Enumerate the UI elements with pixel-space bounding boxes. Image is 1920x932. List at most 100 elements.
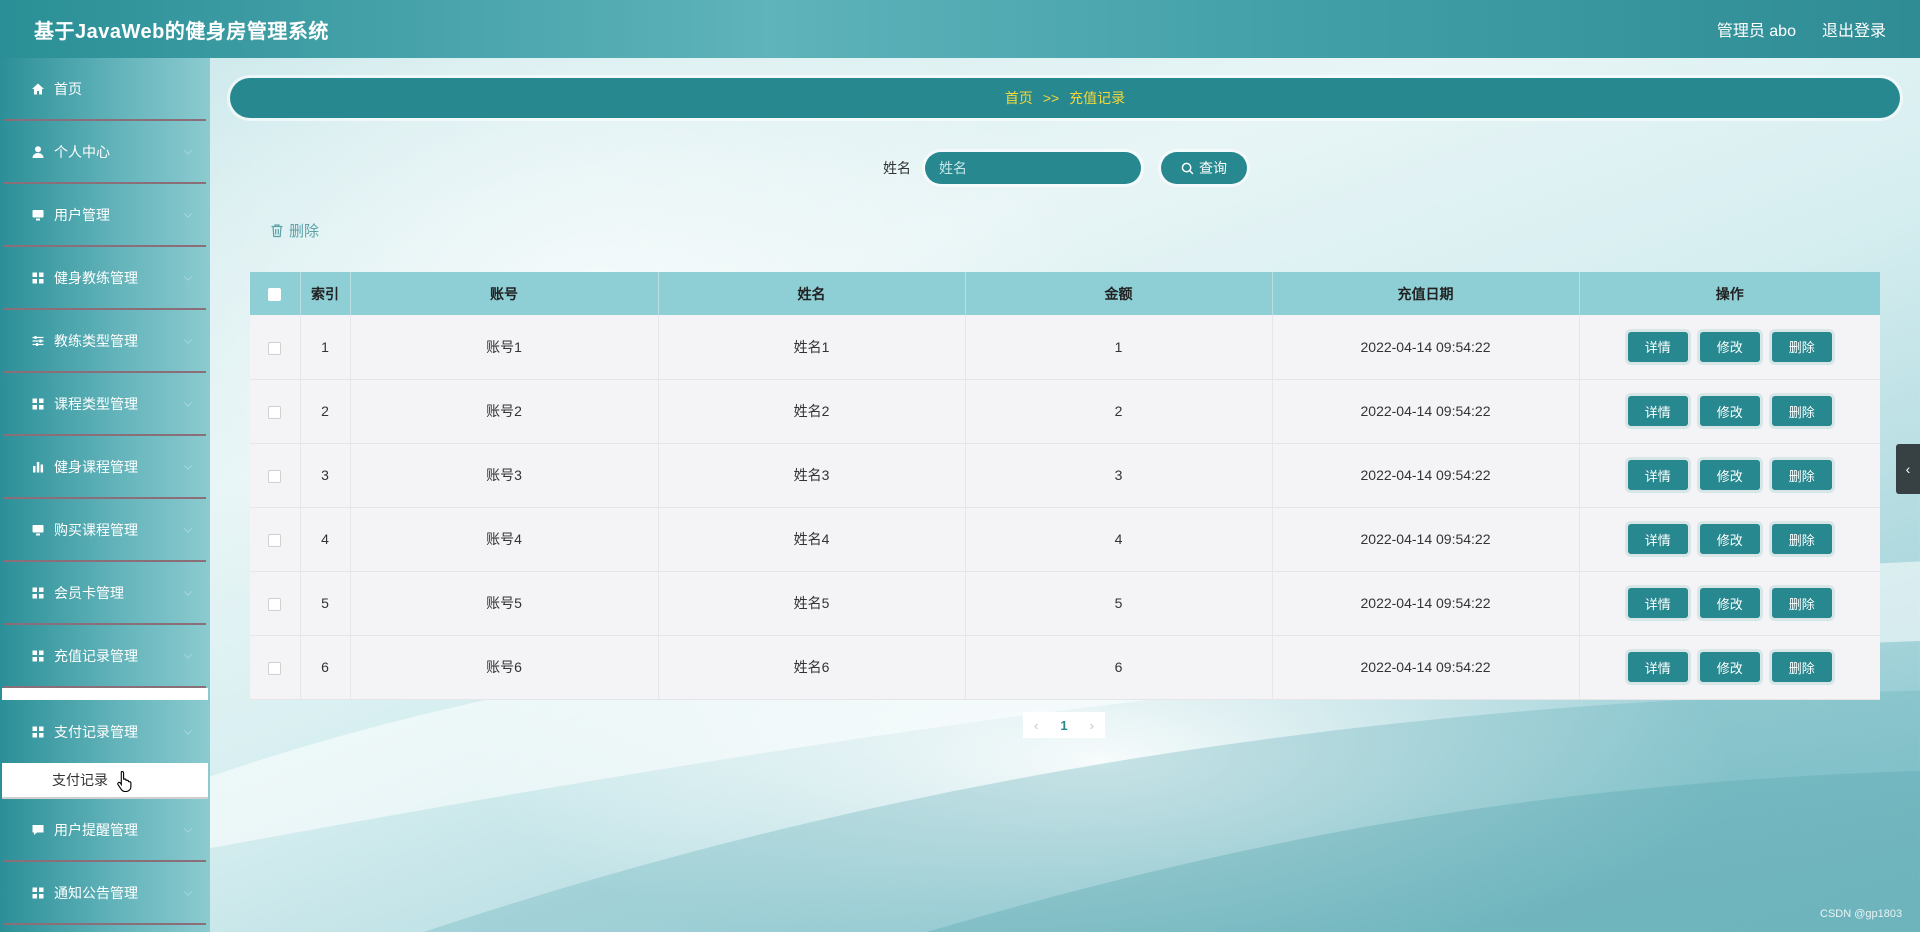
search-label: 姓名 <box>883 160 911 176</box>
delete-button[interactable]: 删除 <box>1771 460 1832 490</box>
sidebar-item-label: 充值记录管理 <box>54 647 138 664</box>
edit-button[interactable]: 修改 <box>1699 524 1760 554</box>
edit-button[interactable]: 修改 <box>1699 588 1760 618</box>
batch-delete-button[interactable]: 删除 <box>270 220 319 241</box>
next-page-button[interactable]: › <box>1090 718 1094 733</box>
pagination: ‹ 1 › <box>1023 712 1105 738</box>
cell-name: 姓名5 <box>658 571 966 636</box>
table-row: 4 账号4 姓名4 4 2022-04-14 09:54:22 详情 修改 删除 <box>250 507 1880 572</box>
sidebar-item[interactable]: 通知公告管理 ⌵ <box>4 862 206 925</box>
sidebar-item[interactable]: 用户管理 ⌵ <box>4 184 206 247</box>
grid-icon <box>30 885 46 901</box>
column-header: 姓名 <box>658 272 966 315</box>
submenu-item-payment-records[interactable]: 支付记录 <box>2 763 208 799</box>
current-user: 管理员 abo <box>1716 23 1796 40</box>
sidebar-item-label: 用户提醒管理 <box>54 821 138 838</box>
cell-index: 3 <box>300 443 351 508</box>
sidebar-item-label: 教练类型管理 <box>54 332 138 349</box>
cell-account: 账号3 <box>350 443 659 508</box>
row-select-cell <box>250 571 301 636</box>
select-all-checkbox[interactable] <box>268 288 282 302</box>
sidebar-item[interactable]: 健身教练管理 ⌵ <box>4 247 206 310</box>
detail-button[interactable]: 详情 <box>1627 396 1688 426</box>
cell-index: 4 <box>300 507 351 572</box>
panel-toggle-button[interactable]: ‹ <box>1896 444 1920 494</box>
delete-button[interactable]: 删除 <box>1771 396 1832 426</box>
row-select-cell <box>250 507 301 572</box>
table-row: 3 账号3 姓名3 3 2022-04-14 09:54:22 详情 修改 删除 <box>250 443 1880 508</box>
page-number[interactable]: 1 <box>1060 718 1067 733</box>
sidebar-item-label: 健身课程管理 <box>54 458 138 475</box>
detail-button[interactable]: 详情 <box>1627 588 1688 618</box>
row-checkbox[interactable] <box>268 597 282 611</box>
cell-amount: 4 <box>965 507 1273 572</box>
sidebar-item[interactable]: 课程类型管理 ⌵ <box>4 373 206 436</box>
column-header: 金额 <box>965 272 1273 315</box>
cell-date: 2022-04-14 09:54:22 <box>1272 379 1580 444</box>
sidebar-item[interactable]: 教练类型管理 ⌵ <box>4 310 206 373</box>
column-header: 操作 <box>1579 272 1880 315</box>
chevron-down-icon: ⌵ <box>183 523 192 535</box>
sliders-icon <box>30 333 46 349</box>
cell-name: 姓名1 <box>658 315 966 380</box>
cell-date: 2022-04-14 09:54:22 <box>1272 635 1580 700</box>
cell-account: 账号4 <box>350 507 659 572</box>
delete-button[interactable]: 删除 <box>1771 524 1832 554</box>
delete-button[interactable]: 删除 <box>1771 652 1832 682</box>
cell-account: 账号1 <box>350 315 659 380</box>
header-user-area: 管理员 abo 退出登录 <box>1717 17 1886 41</box>
sidebar-item[interactable]: 首页 <box>4 58 206 121</box>
row-checkbox[interactable] <box>268 341 282 355</box>
row-select-cell <box>250 379 301 444</box>
edit-button[interactable]: 修改 <box>1699 652 1760 682</box>
detail-button[interactable]: 详情 <box>1627 524 1688 554</box>
sidebar: 首页 个人中心 ⌵ 用户管理 ⌵ 健身教练管理 ⌵ 教练类型管理 ⌵ 课程类型管理 ⌵ 健身课程管理 ⌵… <box>0 58 210 932</box>
sidebar-item[interactable]: 用户提醒管理 ⌵ <box>4 799 206 862</box>
row-checkbox[interactable] <box>268 405 282 419</box>
delete-button[interactable]: 删除 <box>1771 331 1832 362</box>
search-button[interactable]: 查询 <box>1161 152 1247 184</box>
monitor-icon <box>30 207 46 223</box>
table-header-row: 索引 账号 姓名 金额 充值日期 操作 <box>250 272 1880 315</box>
grid-icon <box>30 648 46 664</box>
edit-button[interactable]: 修改 <box>1699 331 1760 362</box>
cell-actions: 详情 修改 删除 <box>1579 443 1880 508</box>
row-checkbox[interactable] <box>268 533 282 547</box>
detail-button[interactable]: 详情 <box>1627 460 1688 490</box>
breadcrumb-home[interactable]: 首页 <box>1005 88 1033 108</box>
cell-date: 2022-04-14 09:54:22 <box>1272 315 1580 380</box>
column-header: 充值日期 <box>1272 272 1580 315</box>
cell-index: 2 <box>300 379 351 444</box>
detail-button[interactable]: 详情 <box>1627 331 1688 362</box>
prev-page-button[interactable]: ‹ <box>1034 718 1038 733</box>
sidebar-item[interactable]: 充值记录管理 ⌵ <box>4 625 206 688</box>
sidebar-item-label: 首页 <box>54 80 82 97</box>
cell-amount: 3 <box>965 443 1273 508</box>
cell-actions: 详情 修改 删除 <box>1579 571 1880 636</box>
sidebar-item-label: 健身教练管理 <box>54 269 138 286</box>
cell-amount: 1 <box>965 315 1273 380</box>
sidebar-item[interactable]: 会员卡管理 ⌵ <box>4 562 206 625</box>
sidebar-item[interactable]: 支付记录管理 ⌵ <box>4 700 206 763</box>
search-input[interactable] <box>925 152 1141 184</box>
edit-button[interactable]: 修改 <box>1699 396 1760 426</box>
sidebar-item[interactable]: 购买课程管理 ⌵ <box>4 499 206 562</box>
bar-chart-icon <box>30 459 46 475</box>
edit-button[interactable]: 修改 <box>1699 460 1760 490</box>
delete-button[interactable]: 删除 <box>1771 588 1832 618</box>
cell-amount: 2 <box>965 379 1273 444</box>
detail-button[interactable]: 详情 <box>1627 652 1688 682</box>
select-all-cell <box>250 272 301 315</box>
cell-date: 2022-04-14 09:54:22 <box>1272 443 1580 508</box>
cell-account: 账号2 <box>350 379 659 444</box>
cell-name: 姓名6 <box>658 635 966 700</box>
chevron-down-icon: ⌵ <box>183 823 192 835</box>
row-checkbox[interactable] <box>268 661 282 675</box>
cell-account: 账号6 <box>350 635 659 700</box>
row-checkbox[interactable] <box>268 469 282 483</box>
sidebar-item[interactable]: 健身课程管理 ⌵ <box>4 436 206 499</box>
sidebar-item-label: 用户管理 <box>54 206 110 223</box>
logout-link[interactable]: 退出登录 <box>1822 17 1886 41</box>
chevron-down-icon: ⌵ <box>183 586 192 598</box>
watermark: CSDN @gp1803 <box>1820 908 1903 920</box>
